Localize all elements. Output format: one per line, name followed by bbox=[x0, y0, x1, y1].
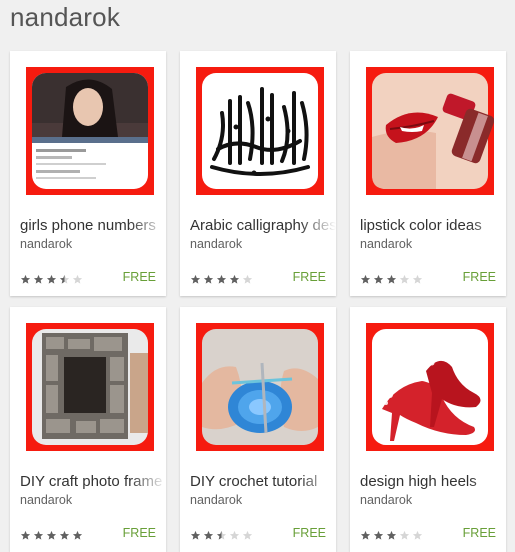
app-thumbnail[interactable] bbox=[26, 323, 154, 451]
app-card[interactable]: design high heels nandarok FREE bbox=[350, 307, 506, 552]
star-filled-icon bbox=[360, 274, 371, 284]
star-filled-icon bbox=[373, 530, 384, 540]
star-filled-icon bbox=[386, 530, 397, 540]
star-empty-icon bbox=[229, 530, 240, 540]
star-filled-icon bbox=[59, 530, 70, 540]
crochet-hands-icon bbox=[202, 329, 318, 445]
star-filled-icon bbox=[203, 530, 214, 540]
star-empty-icon bbox=[399, 530, 410, 540]
app-developer[interactable]: nandarok bbox=[360, 493, 412, 507]
star-filled-icon bbox=[386, 274, 397, 284]
app-thumbnail[interactable] bbox=[196, 323, 324, 451]
star-empty-icon bbox=[242, 274, 253, 284]
star-empty-icon bbox=[242, 530, 253, 540]
star-filled-icon bbox=[72, 530, 83, 540]
app-thumbnail[interactable] bbox=[366, 67, 494, 195]
star-filled-icon bbox=[20, 274, 31, 284]
app-title[interactable]: lipstick color ideas bbox=[360, 217, 506, 234]
app-title[interactable]: DIY crochet tutorial bbox=[190, 473, 336, 490]
app-card[interactable]: girls phone numbers nandarok FREE bbox=[10, 51, 166, 296]
star-filled-icon bbox=[46, 530, 57, 540]
app-title[interactable]: DIY craft photo frame bbox=[20, 473, 166, 490]
star-empty-icon bbox=[412, 530, 423, 540]
star-empty-icon bbox=[72, 274, 83, 284]
star-rating bbox=[360, 274, 423, 285]
red-heels-icon bbox=[372, 329, 488, 445]
star-rating bbox=[190, 274, 253, 285]
app-card[interactable]: lipstick color ideas nandarok FREE bbox=[350, 51, 506, 296]
star-filled-icon bbox=[229, 274, 240, 284]
price-label: FREE bbox=[462, 270, 496, 284]
star-filled-icon bbox=[216, 274, 227, 284]
star-filled-icon bbox=[190, 530, 201, 540]
app-developer[interactable]: nandarok bbox=[20, 493, 72, 507]
star-filled-icon bbox=[46, 274, 57, 284]
lipstick-icon bbox=[372, 73, 494, 189]
star-filled-icon bbox=[33, 530, 44, 540]
star-filled-icon bbox=[203, 274, 214, 284]
girl-portrait-icon bbox=[32, 73, 148, 189]
app-developer[interactable]: nandarok bbox=[360, 237, 412, 251]
price-label: FREE bbox=[122, 526, 156, 540]
app-grid: girls phone numbers nandarok FREE Arabic… bbox=[10, 51, 506, 552]
app-thumbnail[interactable] bbox=[26, 67, 154, 195]
app-developer[interactable]: nandarok bbox=[20, 237, 72, 251]
app-developer[interactable]: nandarok bbox=[190, 237, 242, 251]
star-filled-icon bbox=[373, 274, 384, 284]
app-title[interactable]: girls phone numbers bbox=[20, 217, 166, 234]
app-thumbnail[interactable] bbox=[366, 323, 494, 451]
app-card[interactable]: Arabic calligraphy designs nandarok FREE bbox=[180, 51, 336, 296]
app-title[interactable]: design high heels bbox=[360, 473, 506, 490]
star-filled-icon bbox=[20, 530, 31, 540]
star-filled-icon bbox=[190, 274, 201, 284]
app-title[interactable]: Arabic calligraphy designs bbox=[190, 217, 336, 234]
star-half-icon bbox=[216, 530, 227, 540]
star-empty-icon bbox=[412, 274, 423, 284]
app-card[interactable]: DIY craft photo frame nandarok FREE bbox=[10, 307, 166, 552]
star-filled-icon bbox=[360, 530, 371, 540]
star-empty-icon bbox=[399, 274, 410, 284]
app-card[interactable]: DIY crochet tutorial nandarok FREE bbox=[180, 307, 336, 552]
star-rating bbox=[360, 530, 423, 541]
app-developer[interactable]: nandarok bbox=[190, 493, 242, 507]
star-half-icon bbox=[59, 274, 70, 284]
mosaic-frame-icon bbox=[32, 329, 148, 445]
price-label: FREE bbox=[292, 270, 326, 284]
price-label: FREE bbox=[292, 526, 326, 540]
price-label: FREE bbox=[462, 526, 496, 540]
arabic-calligraphy-icon bbox=[202, 73, 318, 189]
star-rating bbox=[20, 274, 83, 285]
star-rating bbox=[20, 530, 83, 541]
developer-page-title: nandarok bbox=[10, 2, 121, 32]
star-filled-icon bbox=[33, 274, 44, 284]
star-rating bbox=[190, 530, 253, 541]
price-label: FREE bbox=[122, 270, 156, 284]
app-thumbnail[interactable] bbox=[196, 67, 324, 195]
